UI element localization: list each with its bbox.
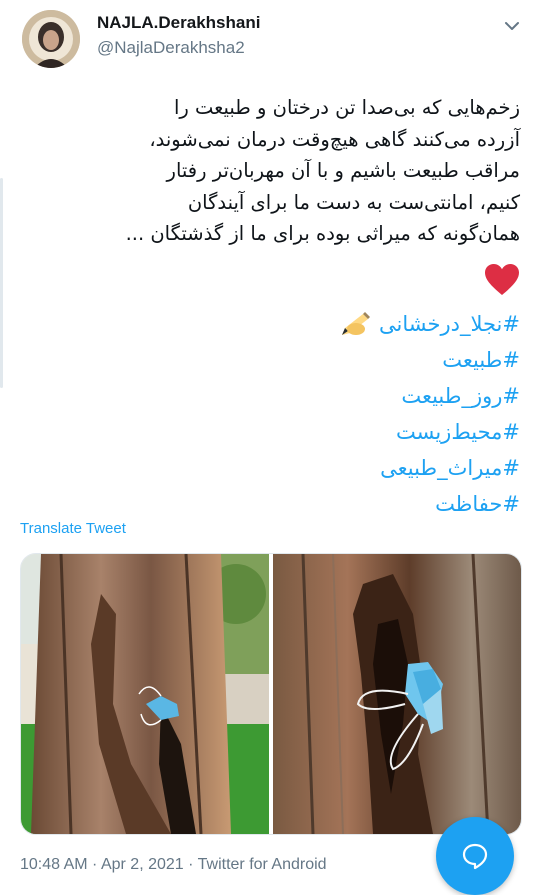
meta-separator: ·	[183, 856, 198, 873]
tree-photo-2[interactable]	[273, 554, 521, 834]
tweet-line: زخم‌هایی که بی‌صدا تن درختان و طبیعت را	[173, 96, 520, 119]
avatar[interactable]	[22, 10, 80, 68]
hashtag-link[interactable]: #حفاظت	[339, 486, 520, 522]
tweet-line: مراقب طبیعت باشیم و با آن مهربان‌تر رفتا…	[166, 159, 520, 182]
tweet-meta: 10:48 AM · Apr 2, 2021 · Twitter for And…	[20, 856, 327, 874]
tweet-source[interactable]: Twitter for Android	[198, 856, 327, 873]
hashtag-link[interactable]: #نجلا_درخشانی	[379, 312, 520, 336]
media-grid	[20, 553, 522, 835]
chevron-down-icon[interactable]	[502, 16, 522, 36]
translate-tweet-link[interactable]: Translate Tweet	[20, 520, 126, 537]
tweet-text: زخم‌هایی که بی‌صدا تن درختان و طبیعت را …	[20, 92, 520, 250]
tweet-time: 10:48 AM	[20, 856, 88, 873]
hashtag-link[interactable]: #طبیعت	[339, 342, 520, 378]
tree-photo-1[interactable]	[21, 554, 269, 834]
reply-bubble-icon	[462, 843, 488, 870]
scroll-edge	[0, 178, 3, 388]
hashtag-link[interactable]: #میراث_طبیعی	[339, 450, 520, 486]
hashtag-link[interactable]: #روز_طبیعت	[339, 378, 520, 414]
writing-hand-icon	[342, 312, 371, 335]
meta-separator: ·	[87, 856, 101, 873]
tweet-line: همان‌گونه که میراثی بوده برای ما از گذشت…	[125, 222, 520, 245]
tweet-line: آزرده می‌کنند گاهی هیچ‌وقت درمان نمی‌شون…	[149, 127, 520, 151]
tweet-line: کنیم، امانتی‌ست به دست ما برای آیندگان	[187, 190, 520, 214]
hashtag-list: #نجلا_درخشانی #طبیعت #روز_طبیعت #محیط‌زی…	[339, 306, 520, 522]
author-handle[interactable]: @NajlaDerakhsha2	[97, 38, 245, 58]
red-heart-icon	[485, 264, 519, 295]
hashtag-link[interactable]: #محیط‌زیست	[339, 414, 520, 450]
author-display-name[interactable]: NAJLA.Derakhshani	[97, 13, 260, 33]
compose-reply-button[interactable]	[436, 817, 514, 895]
tweet-date: Apr 2, 2021	[100, 856, 184, 873]
